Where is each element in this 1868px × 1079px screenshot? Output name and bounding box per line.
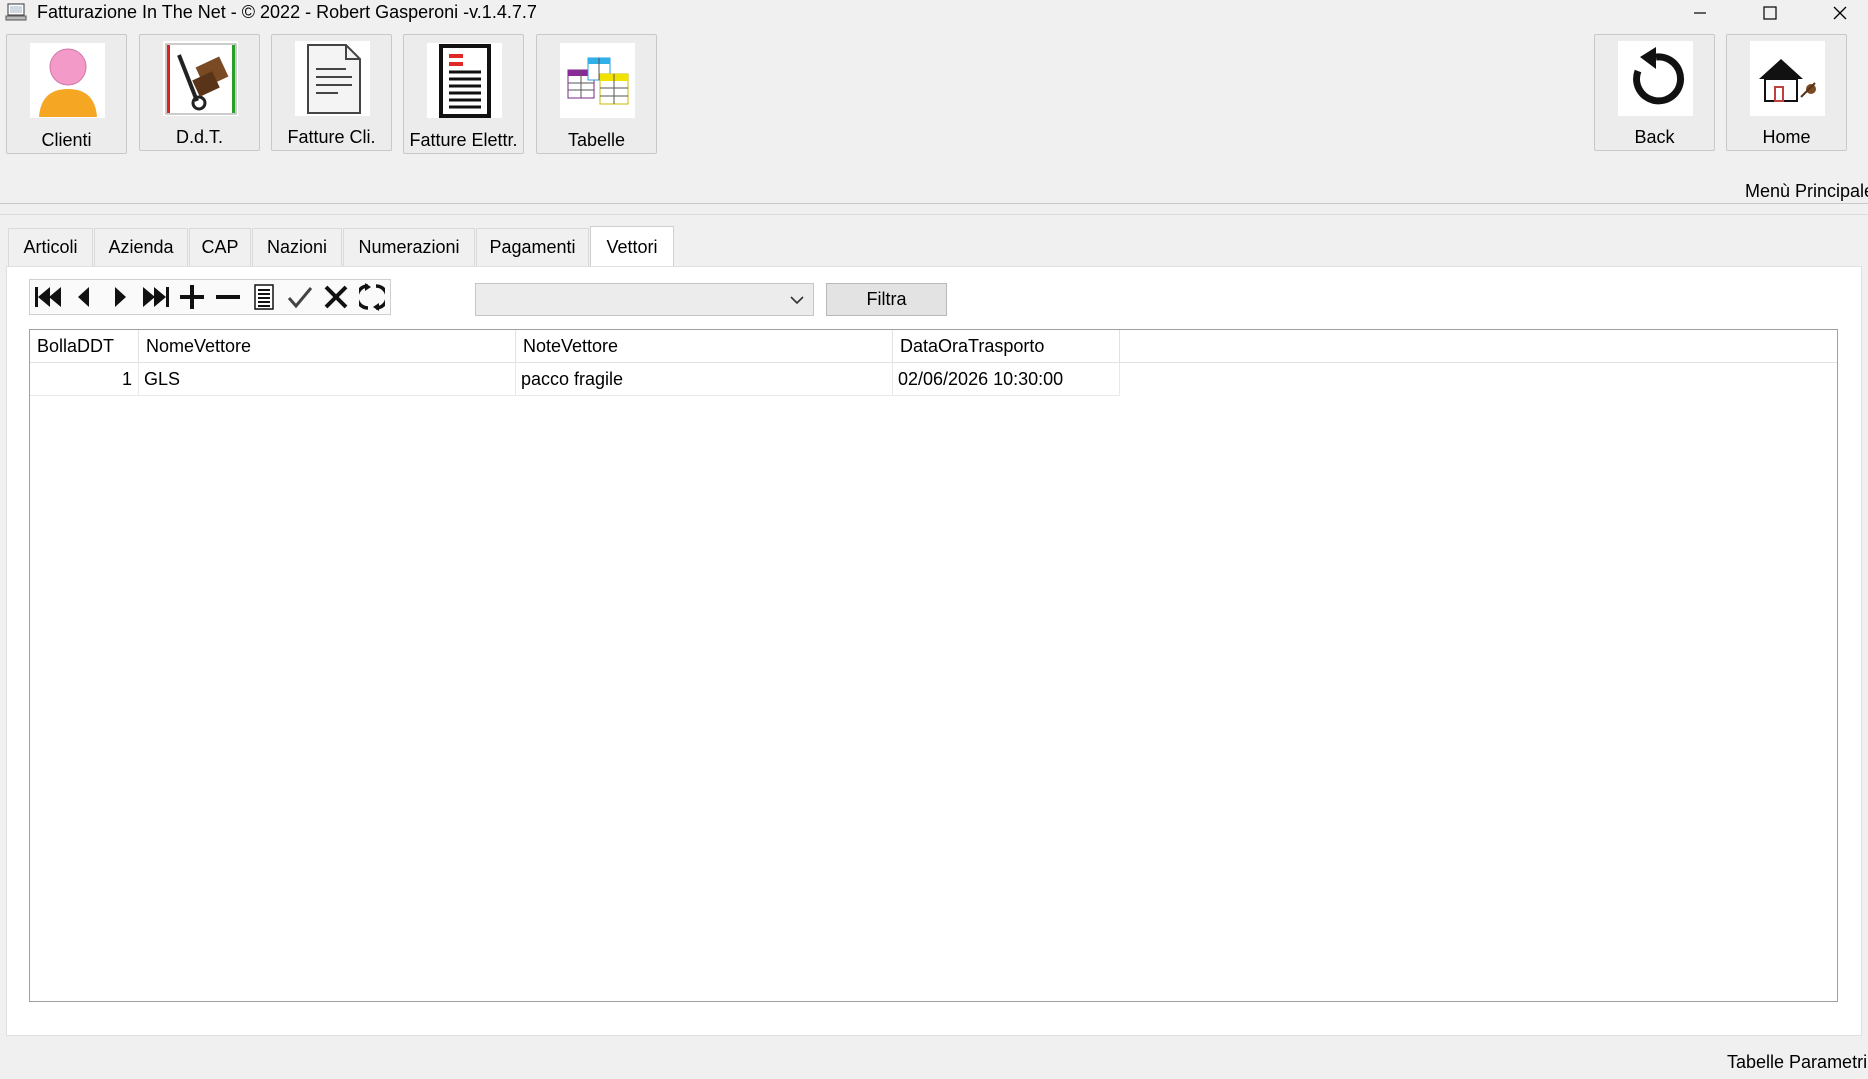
back-button[interactable]: Back <box>1594 34 1715 151</box>
cancel-x-icon <box>324 285 348 309</box>
first-record-icon <box>35 287 61 307</box>
last-record-icon <box>143 287 169 307</box>
menu-principale-label: Menù Principale <box>1745 181 1868 201</box>
edit-list-icon <box>254 284 274 310</box>
tab-articoli[interactable]: Articoli <box>8 228 93 266</box>
fatture-elettr-button[interactable]: Fatture Elettr. <box>403 34 524 154</box>
app-icon <box>5 3 27 21</box>
home-button[interactable]: Home <box>1726 34 1847 151</box>
first-record-button[interactable] <box>30 280 66 314</box>
tab-vettori[interactable]: Vettori <box>590 226 674 267</box>
client-person-icon <box>30 43 105 118</box>
minus-icon <box>216 295 240 299</box>
table-cell-bolladdt[interactable]: 1 <box>30 363 139 396</box>
close-button[interactable] <box>1810 0 1868 26</box>
table-cell-dataoratrasporto[interactable]: 02/06/2026 10:30:00 <box>893 363 1120 396</box>
window-title: Fatturazione In The Net - © 2022 - Rober… <box>37 2 537 22</box>
filtra-button[interactable]: Filtra <box>826 283 947 316</box>
chevron-down-icon <box>790 296 804 305</box>
prior-record-button[interactable] <box>66 280 102 314</box>
refresh-icon <box>359 283 385 311</box>
last-record-button[interactable] <box>138 280 174 314</box>
next-record-button[interactable] <box>102 280 138 314</box>
tabelle-button[interactable]: Tabelle <box>536 34 657 154</box>
column-header-dataoratrasporto[interactable]: DataOraTrasporto <box>893 330 1120 363</box>
fatture-cli-label: Fatture Cli. <box>287 127 376 147</box>
hand-truck-icon <box>163 41 238 116</box>
document-icon <box>295 41 370 116</box>
tab-pagamenti[interactable]: Pagamenti <box>476 228 589 266</box>
delete-record-button[interactable] <box>210 280 246 314</box>
back-label: Back <box>1634 127 1675 147</box>
header-divider <box>0 214 1868 215</box>
toolbar-divider <box>0 203 1868 204</box>
vettori-grid[interactable]: BollaDDT NomeVettore NoteVettore DataOra… <box>29 329 1838 1002</box>
clienti-label: Clienti <box>41 130 92 150</box>
clienti-button[interactable]: Clienti <box>6 34 127 154</box>
insert-record-button[interactable] <box>174 280 210 314</box>
minimize-icon <box>1694 12 1706 14</box>
title-bar: Fatturazione In The Net - © 2022 - Rober… <box>0 0 1868 26</box>
undo-arrow-icon <box>1618 41 1693 116</box>
status-label: Tabelle Parametri <box>1727 1052 1868 1072</box>
tab-azienda[interactable]: Azienda <box>94 228 188 266</box>
ddt-label: D.d.T. <box>175 127 223 147</box>
tables-icon <box>560 43 635 118</box>
plus-icon <box>180 285 204 309</box>
column-header-bolladdt[interactable]: BollaDDT <box>30 330 139 363</box>
electronic-invoice-icon <box>427 43 502 118</box>
checkmark-icon <box>287 287 313 309</box>
fatture-elettr-label: Fatture Elettr. <box>409 130 518 150</box>
minimize-button[interactable] <box>1670 0 1730 26</box>
prior-record-icon <box>78 287 89 307</box>
maximize-icon <box>1763 6 1777 20</box>
tab-numerazioni[interactable]: Numerazioni <box>343 228 475 266</box>
maximize-button[interactable] <box>1740 0 1800 26</box>
cancel-record-button[interactable] <box>318 280 354 314</box>
home-icon <box>1750 41 1825 116</box>
edit-record-button[interactable] <box>246 280 282 314</box>
filter-dropdown[interactable] <box>475 283 814 316</box>
tab-cap[interactable]: CAP <box>189 228 251 266</box>
record-navigator <box>29 279 391 315</box>
tabelle-label: Tabelle <box>567 130 626 150</box>
ddt-button[interactable]: D.d.T. <box>139 34 260 151</box>
post-record-button[interactable] <box>282 280 318 314</box>
column-header-nomevettore[interactable]: NomeVettore <box>139 330 516 363</box>
refresh-record-button[interactable] <box>354 280 390 314</box>
column-header-filler <box>1120 330 1837 363</box>
next-record-icon <box>115 287 126 307</box>
close-icon <box>1833 6 1847 20</box>
column-header-notevettore[interactable]: NoteVettore <box>516 330 893 363</box>
table-cell-nomevettore[interactable]: GLS <box>139 363 516 396</box>
tab-nazioni[interactable]: Nazioni <box>252 228 342 266</box>
table-cell-notevettore[interactable]: pacco fragile <box>516 363 893 396</box>
home-label: Home <box>1762 127 1811 147</box>
fatture-cli-button[interactable]: Fatture Cli. <box>271 34 392 151</box>
